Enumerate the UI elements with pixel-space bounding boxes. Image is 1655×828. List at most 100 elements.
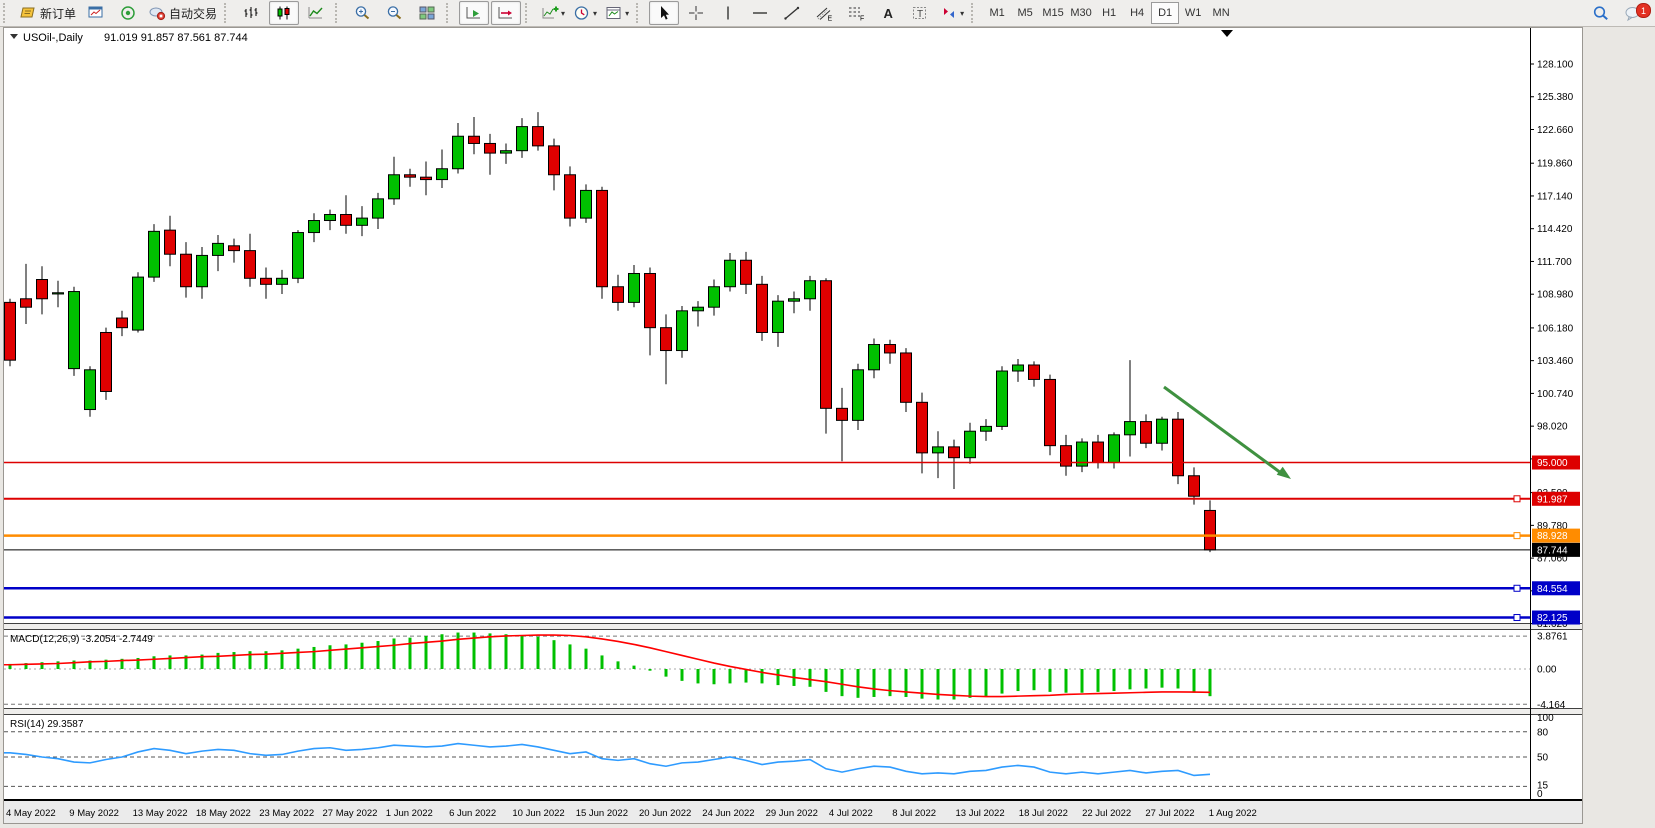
signals-button[interactable] — [113, 1, 143, 25]
candle-body-down — [1189, 476, 1200, 496]
candlestick-chart-button[interactable] — [269, 1, 299, 25]
vertical-line-button[interactable] — [713, 1, 743, 25]
date-axis-label: 18 May 2022 — [196, 808, 251, 819]
price-axis-tick-label: 128.100 — [1537, 59, 1574, 70]
cursor-button[interactable] — [649, 1, 679, 25]
period-button-m1[interactable]: M1 — [983, 2, 1011, 24]
new-order-button[interactable]: 新订单 — [16, 1, 79, 25]
candle-body-down — [885, 345, 896, 353]
candle-body-down — [1141, 422, 1152, 444]
hline-icon — [751, 5, 769, 21]
candle-body-up — [709, 287, 720, 307]
candle-body-up — [453, 136, 464, 169]
auto-trading-icon — [148, 5, 166, 21]
candle-body-up — [293, 233, 304, 279]
date-axis-label: 4 Jul 2022 — [829, 808, 873, 819]
tile-windows-button[interactable] — [412, 1, 442, 25]
candle-body-up — [581, 190, 592, 218]
candle-body-down — [1093, 442, 1104, 462]
date-axis-label: 22 Jul 2022 — [1082, 808, 1131, 819]
period-button-m15[interactable]: M15 — [1039, 2, 1067, 24]
candle-body-up — [981, 426, 992, 431]
chart-title-symbol: USOil-,Daily — [23, 32, 83, 44]
chart-plot-area[interactable] — [4, 28, 1582, 623]
bars-icon — [243, 5, 261, 21]
notifications-button[interactable]: 1 — [1618, 1, 1648, 25]
search-button[interactable] — [1586, 1, 1616, 25]
period-button-h1[interactable]: H1 — [1095, 2, 1123, 24]
chart-shift-button[interactable] — [491, 1, 521, 25]
candle-body-up — [325, 214, 336, 220]
macd-axis-label: 3.8761 — [1537, 632, 1568, 643]
candle-body-down — [245, 251, 256, 279]
arrows-button[interactable] — [937, 1, 967, 25]
text-label-button[interactable]: T — [905, 1, 935, 25]
indicators-button[interactable] — [538, 1, 568, 25]
trendline-button[interactable] — [777, 1, 807, 25]
candle-body-down — [21, 299, 32, 307]
auto-scroll-button[interactable] — [459, 1, 489, 25]
chart-canvas[interactable]: 128.100125.380122.660119.860117.140114.4… — [4, 28, 1582, 823]
period-button-d1[interactable]: D1 — [1151, 2, 1179, 24]
periods-menu-button[interactable] — [570, 1, 600, 25]
indicators-icon — [541, 5, 559, 21]
text-t-icon: T — [911, 5, 929, 21]
date-axis-label: 13 May 2022 — [133, 808, 188, 819]
candle-body-down — [549, 146, 560, 175]
period-button-m5[interactable]: M5 — [1011, 2, 1039, 24]
equidistant-channel-button[interactable]: E — [809, 1, 839, 25]
zoom-out-button[interactable] — [380, 1, 410, 25]
date-axis-label: 10 Jun 2022 — [512, 808, 564, 819]
period-button-w1[interactable]: W1 — [1179, 2, 1207, 24]
main-toolbar: 新订单 自动交易 E FAT M1M5M15M30H1H4D1W1MN — [0, 0, 1655, 27]
fibonacci-button[interactable]: F — [841, 1, 871, 25]
date-axis-label: 6 Jun 2022 — [449, 808, 496, 819]
templates-button[interactable] — [602, 1, 632, 25]
text-button[interactable]: A — [873, 1, 903, 25]
line-chart-button[interactable] — [301, 1, 331, 25]
horizontal-line-button[interactable] — [745, 1, 775, 25]
candle-body-down — [901, 353, 912, 402]
line-icon — [307, 5, 325, 21]
bar-chart-button[interactable] — [237, 1, 267, 25]
price-label-87.744: 87.744 — [1537, 545, 1568, 556]
period-button-m30[interactable]: M30 — [1067, 2, 1095, 24]
line-handle[interactable] — [1514, 615, 1520, 621]
candle-body-up — [85, 370, 96, 410]
candle-body-down — [533, 127, 544, 146]
period-button-mn[interactable]: MN — [1207, 2, 1235, 24]
crosshair-button[interactable] — [681, 1, 711, 25]
svg-text:E: E — [828, 16, 833, 22]
auto-trading-button[interactable]: 自动交易 — [145, 1, 220, 25]
candle-body-up — [789, 299, 800, 301]
candle-body-down — [1173, 419, 1184, 476]
candle-body-up — [997, 371, 1008, 426]
candle-body-down — [165, 230, 176, 254]
pane-separator[interactable] — [4, 708, 1582, 715]
chart-window-button[interactable] — [81, 1, 111, 25]
candle-body-down — [229, 246, 240, 251]
price-label-91.987: 91.987 — [1537, 494, 1568, 505]
line-handle[interactable] — [1514, 533, 1520, 539]
candle-body-up — [437, 169, 448, 180]
line-handle[interactable] — [1514, 496, 1520, 502]
rsi-line — [4, 744, 1210, 776]
candle-body-down — [117, 318, 128, 328]
candle-body-up — [1109, 435, 1120, 463]
zoom-in-button[interactable] — [348, 1, 378, 25]
date-axis-label: 1 Aug 2022 — [1209, 808, 1257, 819]
candle-body-up — [133, 277, 144, 330]
candle-body-up — [773, 301, 784, 332]
candle-body-up — [1157, 419, 1168, 443]
period-button-h4[interactable]: H4 — [1123, 2, 1151, 24]
candle-body-down — [565, 175, 576, 218]
trendline-icon — [783, 5, 801, 21]
candle-body-down — [661, 328, 672, 351]
line-handle[interactable] — [1514, 585, 1520, 591]
candle-body-down — [1205, 510, 1216, 549]
candle-body-down — [181, 254, 192, 287]
pane-separator[interactable] — [4, 623, 1582, 630]
rsi-axis-label: 100 — [1537, 713, 1554, 724]
macd-indicator-label: MACD(12,26,9) -3.2054 -2.7449 — [10, 634, 153, 645]
candle-body-down — [821, 281, 832, 409]
